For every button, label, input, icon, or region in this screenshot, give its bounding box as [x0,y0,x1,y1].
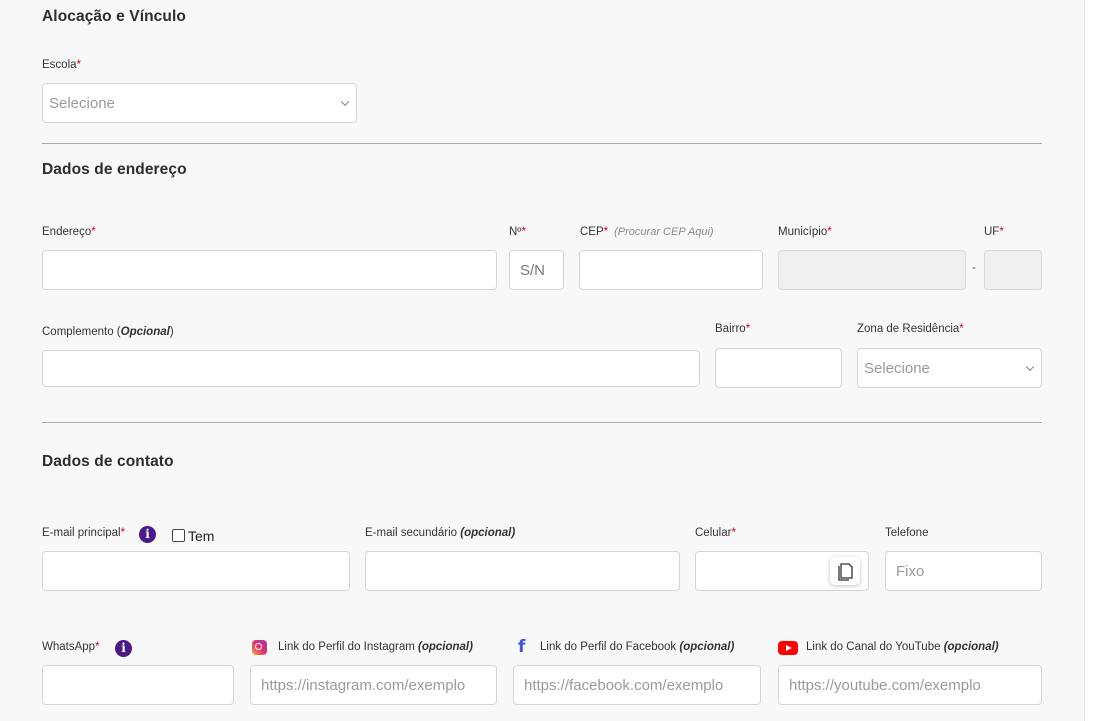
numero-label: Nº* [509,226,526,238]
copy-button[interactable] [830,557,860,585]
scrollbar-track[interactable] [1084,0,1093,721]
escola-label: Escola* [42,59,81,71]
info-icon[interactable]: i [139,526,156,543]
instagram-label-text: Link do Perfil do Instagram [278,641,418,653]
required-marker: * [120,527,126,539]
required-marker: * [603,226,609,238]
complemento-label-close: ) [169,326,174,338]
section-title-alocacao: Alocação e Vínculo [42,8,186,25]
whatsapp-label-text: WhatsApp [42,641,96,653]
required-marker: * [745,323,751,335]
cep-input[interactable] [579,250,763,290]
optional-tag: (opcional) [679,641,735,653]
escola-select[interactable]: Selecione [42,83,357,123]
chevron-down-icon [1025,362,1035,372]
cep-label: CEP* (Procurar CEP Aqui) [580,226,714,238]
required-marker: * [999,226,1004,238]
zona-select[interactable]: Selecione [857,348,1042,388]
email-principal-label-text: E-mail principal [42,527,121,539]
numero-label-text: Nº [509,226,522,238]
optional-tag: Opcional [120,326,170,338]
facebook-input[interactable]: https://facebook.com/exemplo [513,665,761,705]
uf-label: UF* [984,226,1004,238]
whatsapp-input[interactable] [42,665,234,705]
section-divider [42,422,1042,423]
municipio-uf-separator: - [972,260,976,274]
required-marker: * [95,641,100,653]
instagram-icon [252,640,267,655]
zona-label-text: Zona de Residência [857,323,960,335]
celular-label-text: Celular [695,527,732,539]
municipio-input [778,250,966,290]
copy-icon [838,563,853,581]
bairro-input[interactable] [715,348,842,388]
endereco-label-text: Endereço [42,226,92,238]
tem-email-checkbox[interactable] [172,529,185,542]
required-marker: * [76,59,82,71]
email-secundario-label: E-mail secundário (opcional) [365,527,515,539]
facebook-label: Link do Perfil do Facebook (opcional) [540,641,734,653]
info-icon[interactable]: i [115,640,132,657]
instagram-label: Link do Perfil do Instagram (opcional) [278,641,473,653]
youtube-placeholder: https://youtube.com/exemplo [789,676,981,694]
optional-tag: (opcional) [943,641,999,653]
escola-select-value: Selecione [49,94,115,112]
youtube-input[interactable]: https://youtube.com/exemplo [778,665,1042,705]
required-marker: * [827,226,832,238]
required-marker: * [731,527,736,539]
tem-email-checkbox-label[interactable]: Tem [188,528,214,544]
complemento-label: Complemento (Opcional) [42,326,174,338]
endereco-input[interactable] [42,250,497,290]
instagram-input[interactable]: https://instagram.com/exemplo [250,665,497,705]
email-secundario-input[interactable] [365,551,680,591]
email-principal-label: E-mail principal* [42,527,125,539]
email-secundario-label-text: E-mail secundário [365,527,461,539]
required-marker: * [521,226,526,238]
telefone-label: Telefone [885,527,929,539]
telefone-placeholder: Fixo [896,562,925,580]
bairro-label: Bairro* [715,323,750,335]
uf-input [984,250,1042,290]
email-principal-input[interactable] [42,551,350,591]
instagram-placeholder: https://instagram.com/exemplo [261,676,466,694]
telefone-input[interactable]: Fixo [885,551,1042,591]
whatsapp-label: WhatsApp* [42,641,100,653]
municipio-label-text: Município [778,226,828,238]
zona-select-value: Selecione [864,359,930,377]
facebook-icon: f [518,637,526,657]
required-marker: * [959,323,964,335]
optional-tag: (opcional) [460,527,516,539]
numero-input[interactable]: S/N [509,250,564,290]
section-title-contato: Dados de contato [42,453,174,470]
youtube-label-text: Link do Canal do YouTube [806,641,944,653]
chevron-down-icon [340,97,350,107]
celular-label: Celular* [695,527,736,539]
endereco-label: Endereço* [42,226,96,238]
youtube-label: Link do Canal do YouTube (opcional) [806,641,999,653]
section-divider [42,143,1042,144]
zona-label: Zona de Residência* [857,323,964,335]
uf-label-text: UF [984,226,1000,238]
facebook-placeholder: https://facebook.com/exemplo [524,676,724,694]
numero-input-value: S/N [520,261,546,279]
facebook-label-text: Link do Perfil do Facebook [540,641,680,653]
section-title-endereco: Dados de endereço [42,161,187,178]
youtube-icon [778,641,798,655]
required-marker: * [91,226,96,238]
escola-label-text: Escola [42,59,77,71]
optional-tag: (opcional) [418,641,473,653]
complemento-label-text: Complemento ( [42,326,121,338]
municipio-label: Município* [778,226,832,238]
bairro-label-text: Bairro [715,323,746,335]
cep-label-text: CEP [580,226,604,238]
complemento-input[interactable] [42,350,700,387]
cep-search-link[interactable]: (Procurar CEP Aqui) [614,226,713,238]
